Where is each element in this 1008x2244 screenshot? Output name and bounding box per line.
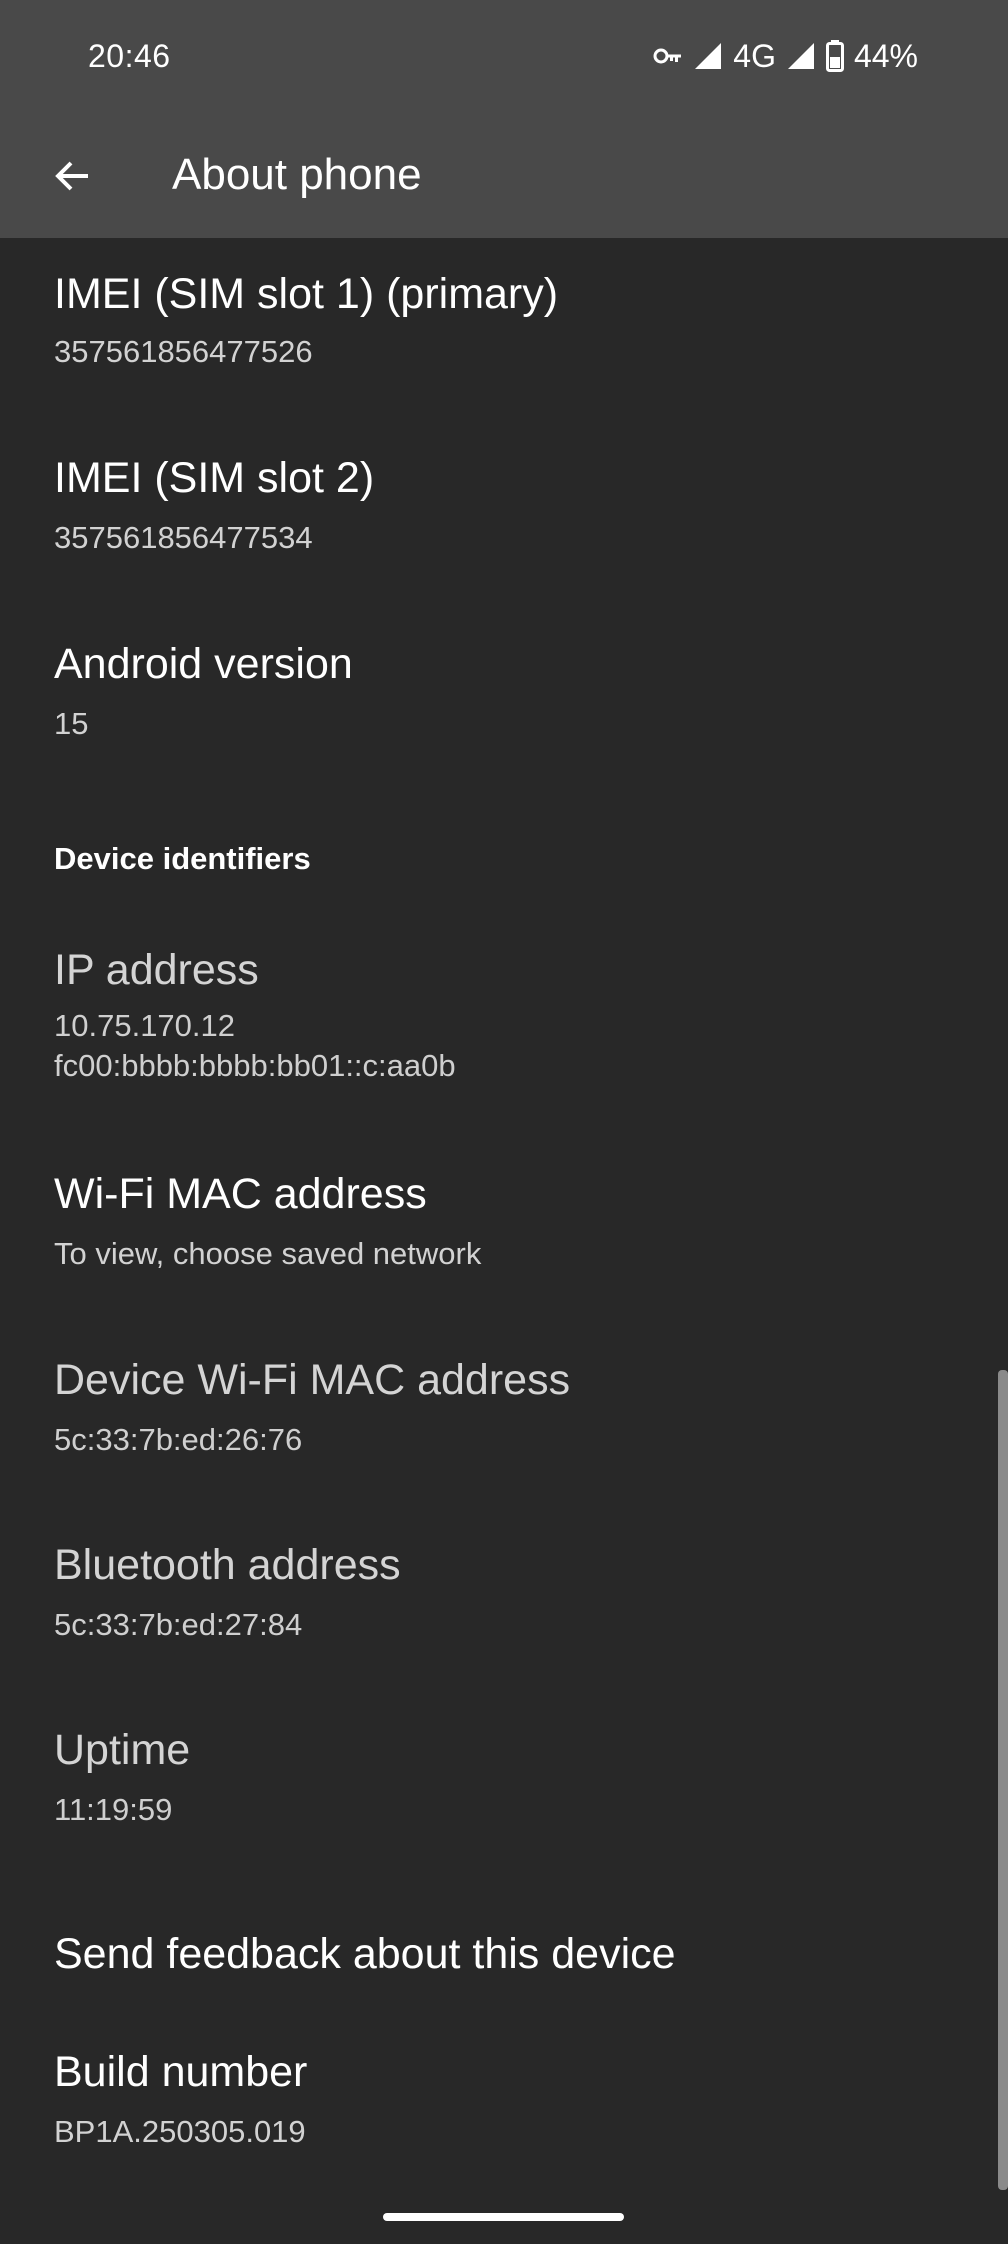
list-item-uptime: Uptime 11:19:59 xyxy=(0,1706,1008,1876)
list-item-ip-address: IP address 10.75.170.12 fc00:bbbb:bbbb:b… xyxy=(0,930,1008,1110)
list-item-title: IMEI (SIM slot 2) xyxy=(54,454,375,502)
list-item-bluetooth-address: Bluetooth address 5c:33:7b:ed:27:84 xyxy=(0,1521,1008,1691)
status-time: 20:46 xyxy=(88,38,171,74)
back-button[interactable] xyxy=(30,134,114,218)
list-item-device-wifi-mac-address: Device Wi-Fi MAC address 5c:33:7b:ed:26:… xyxy=(0,1336,1008,1506)
list-item-build-number[interactable]: Build number BP1A.250305.019 xyxy=(0,2030,1008,2200)
list-item-send-feedback[interactable]: Send feedback about this device xyxy=(0,1890,1008,2030)
vpn-key-icon xyxy=(653,46,683,66)
list-item-summary: fc00:bbbb:bbbb:bb01::c:aa0b xyxy=(54,1048,456,1083)
list-item-title: Bluetooth address xyxy=(54,1541,401,1589)
gesture-nav-handle[interactable] xyxy=(383,2213,624,2221)
list-item-title: Wi-Fi MAC address xyxy=(54,1170,427,1218)
list-item-title: IP address xyxy=(54,946,259,994)
list-item-summary: 5c:33:7b:ed:27:84 xyxy=(54,1607,303,1642)
status-icons: 4G 44% xyxy=(653,36,918,76)
page-title: About phone xyxy=(172,150,422,199)
section-header-device-identifiers: Device identifiers xyxy=(54,841,311,876)
list-item-summary: To view, choose saved network xyxy=(54,1236,482,1271)
list-item-title: IMEI (SIM slot 1) (primary) xyxy=(54,270,559,318)
signal-icon xyxy=(786,41,816,71)
list-item-summary: 357561856477526 xyxy=(54,334,313,369)
list-item-title: Device Wi-Fi MAC address xyxy=(54,1356,571,1404)
scrollbar[interactable] xyxy=(998,1370,1008,2190)
list-item-summary: 15 xyxy=(54,706,89,741)
list-item-summary: 357561856477534 xyxy=(54,520,313,555)
list-item-wifi-mac-address[interactable]: Wi-Fi MAC address To view, choose saved … xyxy=(0,1150,1008,1320)
network-type-label: 4G xyxy=(733,37,776,74)
list-item-title: Uptime xyxy=(54,1726,191,1774)
list-item-summary: 5c:33:7b:ed:26:76 xyxy=(54,1422,303,1457)
list-item-imei-sim1[interactable]: IMEI (SIM slot 1) (primary) 357561856477… xyxy=(0,238,1008,414)
signal-icon xyxy=(693,41,723,71)
list-item-title: Android version xyxy=(54,640,353,688)
list-item-title: Send feedback about this device xyxy=(54,1930,676,1978)
list-item-summary: BP1A.250305.019 xyxy=(54,2114,306,2149)
battery-icon xyxy=(825,40,844,72)
app-bar: About phone xyxy=(0,112,1008,238)
list-item-android-version[interactable]: Android version 15 xyxy=(0,610,1008,786)
battery-percent: 44% xyxy=(853,37,918,74)
arrow-back-icon xyxy=(55,161,88,191)
list-item-title: Build number xyxy=(54,2048,308,2096)
list-item-summary: 11:19:59 xyxy=(54,1792,173,1827)
list-item-imei-sim2[interactable]: IMEI (SIM slot 2) 357561856477534 xyxy=(0,424,1008,600)
list-item-summary: 10.75.170.12 xyxy=(54,1008,236,1043)
status-bar: 20:46 4G 44% xyxy=(0,0,1008,112)
